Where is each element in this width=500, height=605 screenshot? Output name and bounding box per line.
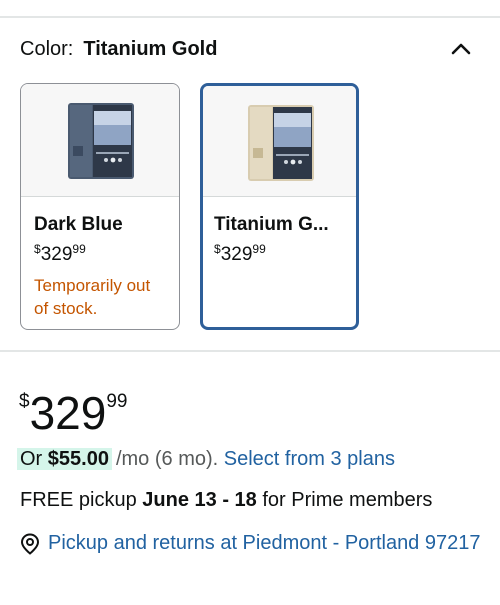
- financing-term: /mo (6 mo).: [115, 448, 219, 470]
- pickup-info: FREE pickup June 13 - 18 for Prime membe…: [20, 489, 433, 511]
- location-pin-icon: [20, 533, 40, 555]
- financing-row: Or $55.00/mo (6 mo). Select from 3 plans: [17, 446, 395, 472]
- product-thumbnail: [203, 86, 356, 197]
- color-label: Color:: [20, 38, 74, 60]
- option-name: Dark Blue: [34, 214, 123, 235]
- media-player-image: [68, 103, 134, 179]
- financing-highlight: Or $55.00: [17, 448, 112, 470]
- option-price: $32999: [34, 242, 86, 265]
- chevron-up-icon[interactable]: [448, 38, 474, 62]
- pickup-dates: June 13 - 18: [142, 489, 257, 511]
- section-divider: [0, 350, 500, 352]
- selected-color-value: Titanium Gold: [83, 38, 218, 60]
- product-thumbnail: [21, 84, 179, 197]
- select-plans-link[interactable]: Select from 3 plans: [224, 448, 395, 470]
- stock-status: Temporarily out of stock.: [34, 276, 151, 318]
- price-dollars: 329: [29, 387, 107, 439]
- pickup-location-link[interactable]: Pickup and returns at Piedmont - Portlan…: [48, 530, 488, 557]
- price-cents: 99: [106, 391, 128, 412]
- option-name: Titanium G...: [214, 214, 329, 235]
- product-price: $32999: [19, 376, 127, 439]
- price-currency: $: [19, 391, 30, 412]
- top-divider: [0, 16, 500, 18]
- color-selector-header[interactable]: Color: Titanium Gold: [20, 38, 480, 64]
- monthly-amount: $55.00: [47, 448, 109, 470]
- color-option-titanium-gold[interactable]: Titanium G... $32999: [200, 83, 359, 330]
- media-player-image: [248, 105, 314, 181]
- color-option-dark-blue[interactable]: Dark Blue $32999 Temporarily out of stoc…: [20, 83, 180, 330]
- option-price: $32999: [214, 242, 266, 265]
